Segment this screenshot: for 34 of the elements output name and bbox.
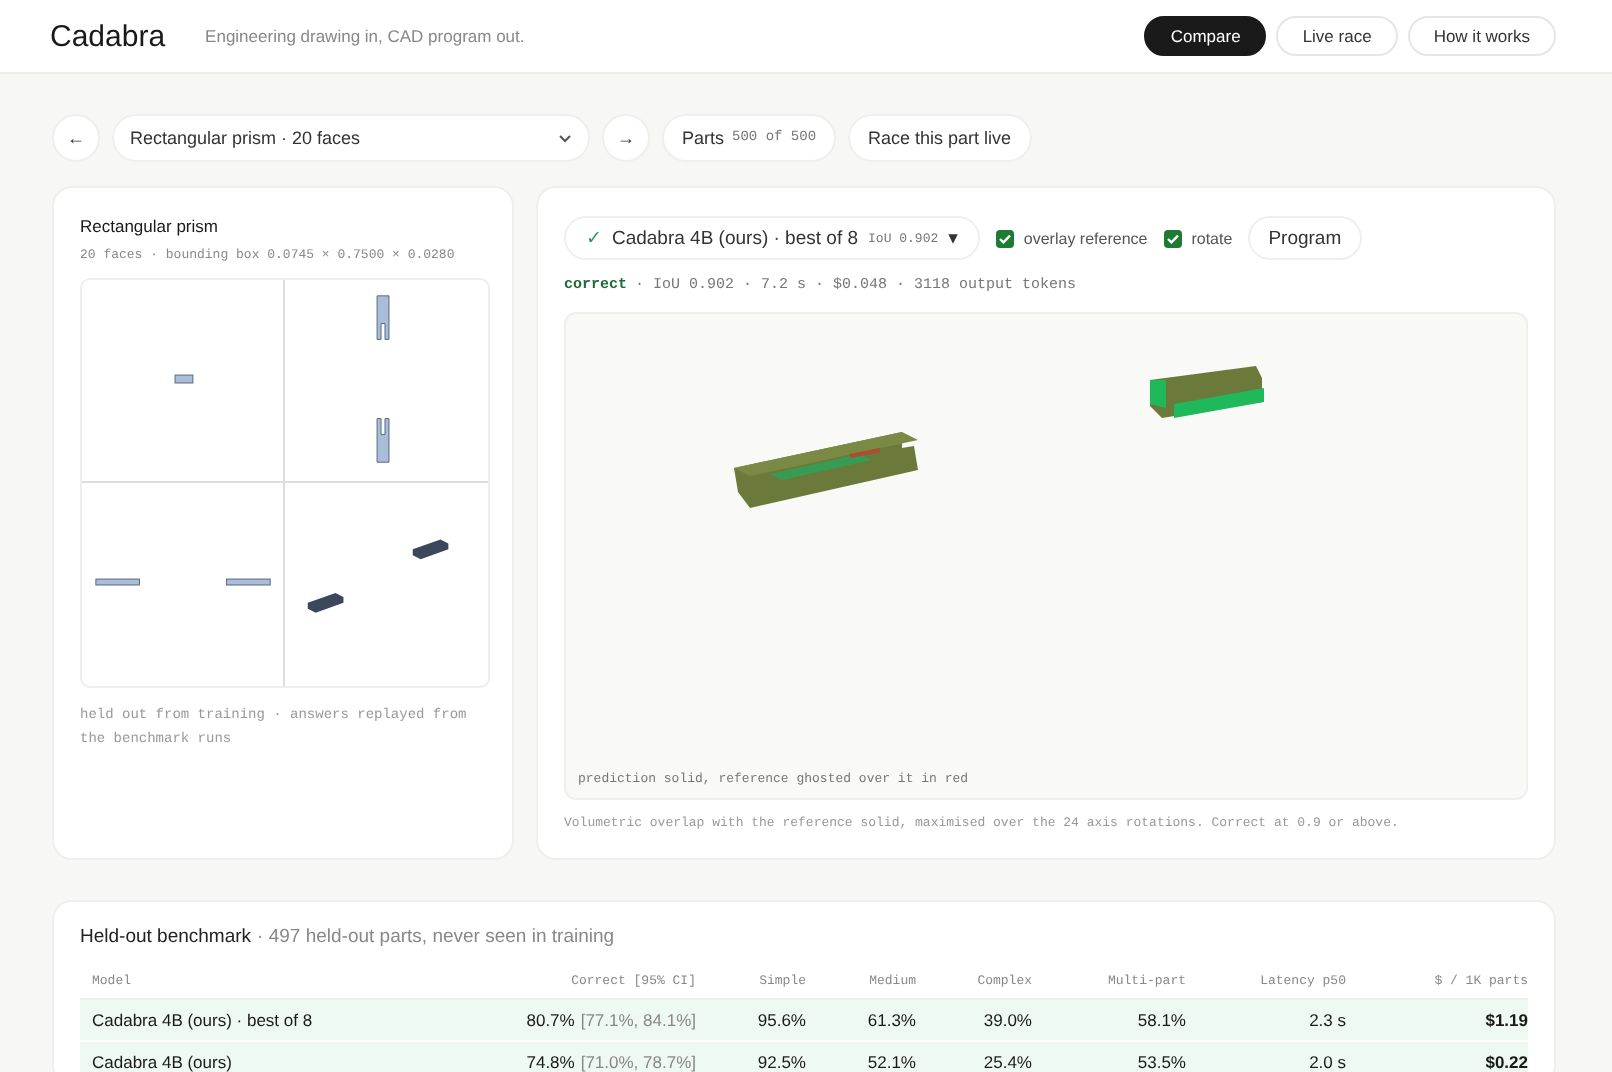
- table-cell: $0.22: [1346, 1042, 1528, 1072]
- nav-tab[interactable]: How it works: [1407, 16, 1556, 56]
- table-cell: 52.1%: [806, 1042, 916, 1072]
- model-cell: Cadabra 4B (ours) · best of 8: [80, 1000, 436, 1042]
- table-cell: 92.5%: [696, 1042, 806, 1072]
- part-title: Rectangular prism: [80, 216, 220, 236]
- previous-button[interactable]: ←: [52, 114, 100, 162]
- table-cell: 95.6%: [696, 1000, 806, 1042]
- program-button[interactable]: Program: [1248, 216, 1362, 260]
- table-cell: 74.8% [71.0%, 78.7%]: [436, 1042, 696, 1072]
- toggle-checkbox[interactable]: rotate: [1163, 229, 1233, 247]
- next-button[interactable]: →: [602, 114, 650, 162]
- benchmark-title: Held-out benchmark: [80, 926, 252, 948]
- model-cell: Cadabra 4B (ours): [80, 1042, 436, 1072]
- table-cell: 58.1%: [1032, 1000, 1186, 1042]
- table-cell: 25.4%: [916, 1042, 1032, 1072]
- brand-name[interactable]: Cadabra: [50, 19, 166, 53]
- table-cell: 53.5%: [1032, 1042, 1186, 1072]
- table-cell: 39.0%: [916, 1000, 1032, 1042]
- chevron-down-icon: [558, 133, 572, 143]
- table-cell: $1.19: [1346, 1000, 1528, 1042]
- toggle-checkbox[interactable]: overlay reference: [995, 229, 1148, 247]
- checkbox[interactable]: [1163, 229, 1182, 247]
- benchmark-subtitle: · 497 held-out parts, never seen in training: [257, 926, 615, 948]
- table-cell: 80.7% [77.1%, 84.1%]: [436, 1000, 696, 1042]
- nav-tab[interactable]: Compare: [1144, 16, 1267, 56]
- race-button[interactable]: Race this part live: [848, 114, 1032, 162]
- tagline: Engineering drawing in, CAD program out.: [205, 26, 527, 46]
- table-cell: 2.3 s: [1186, 1000, 1346, 1042]
- part-select[interactable]: Rectangular prism · 20 faces: [112, 114, 590, 162]
- checkbox[interactable]: [995, 229, 1014, 247]
- table-cell: 2.0 s: [1186, 1042, 1346, 1072]
- table-cell: 61.3%: [806, 1000, 916, 1042]
- nav-tab[interactable]: Live race: [1276, 16, 1398, 56]
